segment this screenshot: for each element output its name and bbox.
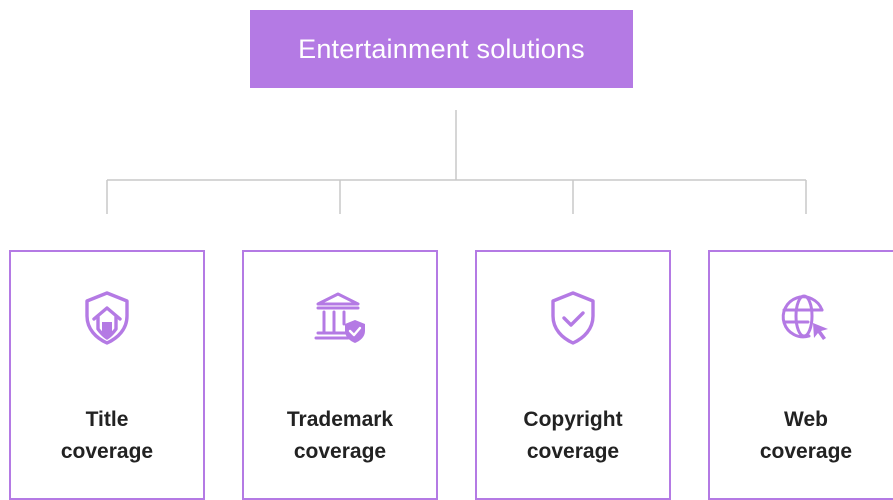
card-copyright-coverage: Copyright coverage — [475, 250, 671, 500]
shield-home-icon — [85, 291, 129, 345]
root-node-label: Entertainment solutions — [298, 33, 585, 64]
globe-cursor-icon — [781, 294, 828, 340]
card-web-coverage: Web coverage — [708, 250, 893, 500]
card-trademark-coverage: Trademark coverage — [242, 250, 438, 500]
card-title-line1: Title — [85, 408, 129, 431]
card-title-coverage: Title coverage — [9, 250, 205, 500]
shield-check-icon — [551, 291, 595, 345]
card-trademark-line2: coverage — [293, 440, 387, 463]
card-web-line1: Web — [784, 408, 828, 431]
card-copyright-line1: Copyright — [523, 408, 623, 431]
card-web-line2: coverage — [759, 440, 853, 463]
root-node-entertainment-solutions: Entertainment solutions — [250, 10, 633, 88]
card-trademark-line1: Trademark — [286, 408, 394, 431]
card-copyright-line2: coverage — [526, 440, 620, 463]
card-title-line2: coverage — [60, 440, 154, 463]
bank-shield-icon — [314, 292, 365, 343]
